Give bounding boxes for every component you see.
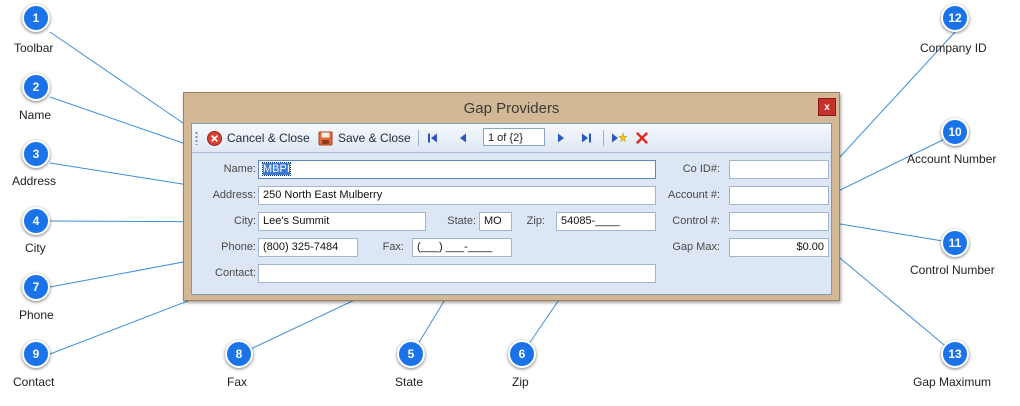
callout-badge-toolbar: 1	[22, 4, 50, 32]
account-label: Account #:	[668, 189, 720, 201]
form-panel: Cancel & Close Save & Close 1 of {2} Nam…	[191, 123, 832, 295]
callout-badge-control: 11	[941, 229, 969, 257]
address-input[interactable]: 250 North East Mulberry	[258, 186, 656, 205]
city-label: City:	[234, 215, 256, 227]
callout-badge-state: 5	[397, 340, 425, 368]
callout-label-state: State	[395, 375, 424, 389]
city-input[interactable]: Lee's Summit	[258, 212, 426, 231]
close-button[interactable]: x	[818, 98, 836, 116]
control-label: Control #:	[672, 215, 720, 227]
callout-badge-account: 10	[941, 118, 969, 146]
account-input[interactable]	[729, 186, 829, 205]
save-icon	[318, 131, 333, 146]
save-close-button[interactable]: Save & Close	[318, 129, 411, 147]
zip-input[interactable]: 54085-____	[556, 212, 656, 231]
new-record-button[interactable]	[610, 129, 628, 147]
callout-label-city: City	[25, 241, 46, 255]
callout-label-contact: Contact	[13, 375, 55, 389]
callout-badge-contact: 9	[22, 340, 50, 368]
callout-badge-companyid: 12	[941, 4, 969, 32]
previous-record-button[interactable]	[456, 129, 470, 147]
callout-label-account: Account Number	[907, 152, 997, 166]
title-bar[interactable]: Gap Providers x	[184, 93, 839, 123]
toolbar: Cancel & Close Save & Close 1 of {2}	[192, 124, 831, 153]
callout-badge-zip: 6	[508, 340, 536, 368]
toolbar-separator	[418, 130, 419, 146]
gap-max-label: Gap Max:	[672, 241, 720, 253]
first-icon	[426, 131, 440, 145]
callout-label-control: Control Number	[910, 263, 995, 277]
callout-badge-name: 2	[22, 73, 50, 101]
cancel-close-label: Cancel & Close	[227, 131, 310, 145]
callout-line-toolbar	[49, 31, 184, 124]
callout-line-control	[827, 221, 956, 244]
co-id-input[interactable]	[729, 160, 829, 179]
cancel-icon	[207, 130, 222, 146]
callout-badge-phone: 7	[22, 273, 50, 301]
previous-icon	[456, 131, 470, 145]
co-id-label: Co ID#:	[682, 163, 720, 175]
new-record-icon	[610, 131, 628, 145]
fax-input[interactable]: (___) ___-____	[412, 238, 512, 257]
phone-input[interactable]: (800) 325-7484	[258, 238, 358, 257]
name-input[interactable]: MBPI	[258, 160, 656, 179]
gap-max-input[interactable]: $0.00	[729, 238, 829, 257]
cancel-close-button[interactable]: Cancel & Close	[207, 129, 310, 147]
first-record-button[interactable]	[426, 129, 440, 147]
state-input[interactable]: MO	[479, 212, 512, 231]
callout-label-gapmax: Gap Maximum	[913, 375, 992, 389]
name-value: MBPI	[262, 162, 291, 176]
toolbar-grip[interactable]	[195, 131, 198, 145]
callout-label-address: Address	[12, 174, 57, 188]
callout-label-phone: Phone	[19, 308, 54, 322]
callout-label-toolbar: Toolbar	[14, 41, 54, 55]
next-record-button[interactable]	[554, 129, 568, 147]
delete-record-button[interactable]	[635, 129, 649, 147]
state-label: State:	[447, 215, 476, 227]
callout-label-companyid: Company ID	[920, 41, 987, 55]
save-close-label: Save & Close	[338, 131, 411, 145]
name-label: Name:	[223, 163, 256, 175]
address-label: Address:	[212, 189, 256, 201]
callout-badge-fax: 8	[225, 340, 253, 368]
gap-providers-window: Gap Providers x Cancel & Close Save & Cl…	[183, 92, 840, 301]
window-title: Gap Providers	[463, 100, 560, 117]
phone-label: Phone:	[221, 241, 256, 253]
fax-label: Fax:	[382, 241, 404, 253]
control-input[interactable]	[729, 212, 829, 231]
last-record-button[interactable]	[579, 129, 593, 147]
contact-input[interactable]	[258, 264, 656, 283]
contact-label: Contact:	[215, 267, 256, 279]
callout-badge-gapmax: 13	[941, 340, 969, 368]
toolbar-separator	[603, 130, 604, 146]
next-icon	[554, 131, 568, 145]
delete-icon	[635, 131, 649, 145]
callout-label-name: Name	[19, 108, 52, 122]
callout-badge-address: 3	[22, 140, 50, 168]
record-position-input[interactable]: 1 of {2}	[483, 128, 545, 146]
callout-label-zip: Zip	[512, 375, 529, 389]
zip-label: Zip:	[526, 215, 545, 227]
callout-badge-city: 4	[22, 207, 50, 235]
callout-label-fax: Fax	[227, 375, 248, 389]
last-icon	[579, 131, 593, 145]
